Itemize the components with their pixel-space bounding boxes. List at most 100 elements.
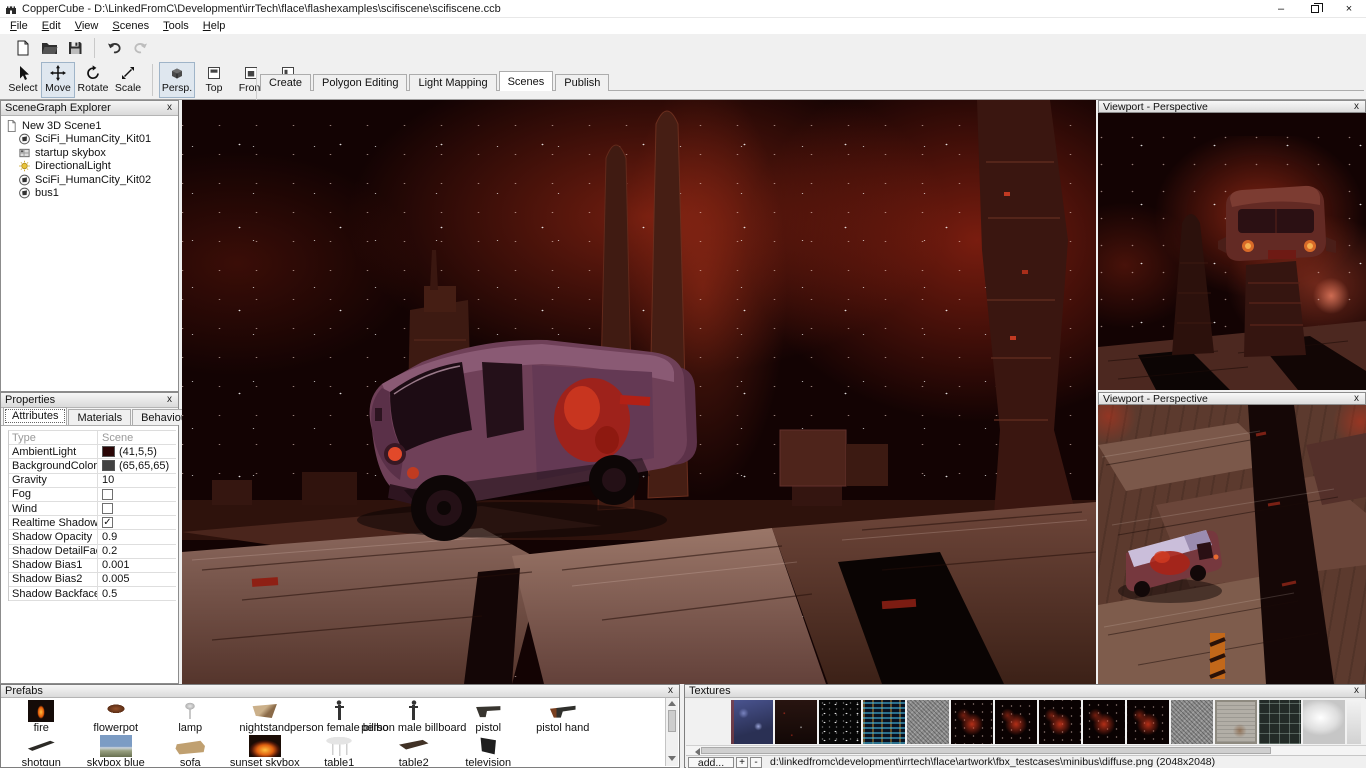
- prop-row-type: Type Scene: [9, 431, 176, 446]
- prop-row-shadow-detailfact: Shadow DetailFact 0.2: [9, 544, 176, 559]
- undo-button[interactable]: [101, 37, 127, 59]
- viewport-bottom-close-button[interactable]: x: [1352, 393, 1361, 404]
- tab-materials[interactable]: Materials: [68, 409, 132, 425]
- menu-edit[interactable]: Edit: [35, 19, 68, 33]
- menu-scenes[interactable]: Scenes: [105, 19, 156, 33]
- pistol-prefab-icon: [476, 706, 501, 718]
- add-texture-button[interactable]: add...: [688, 756, 734, 768]
- prefab-item-television[interactable]: television: [451, 735, 526, 766]
- prefabs-scroll-thumb[interactable]: [668, 710, 676, 732]
- nebula-red-texture-thumb[interactable]: [1039, 700, 1081, 744]
- prop-row-realtime-shadows: Realtime Shadows ✓: [9, 516, 176, 531]
- stars-black-texture-thumb[interactable]: [819, 700, 861, 744]
- minimize-button[interactable]: –: [1264, 0, 1298, 18]
- move-tool-button[interactable]: Move: [41, 62, 75, 98]
- open-file-button[interactable]: [36, 37, 62, 59]
- perspective-view-button[interactable]: Persp.: [159, 62, 195, 98]
- menu-help[interactable]: Help: [196, 19, 233, 33]
- television-prefab-icon: [480, 737, 496, 755]
- city-red-texture-thumb[interactable]: [775, 700, 817, 744]
- select-cursor-icon: [20, 66, 29, 80]
- viewport-bottom-canvas[interactable]: [1098, 405, 1366, 684]
- realtime-shadows-checkbox[interactable]: ✓: [102, 517, 113, 529]
- screens-cyan-texture-thumb[interactable]: [863, 700, 905, 744]
- mesh-node-icon: [19, 187, 30, 199]
- fog-checkbox[interactable]: [102, 488, 113, 500]
- viewport-top-close-button[interactable]: x: [1352, 101, 1361, 112]
- grid-dark-texture-thumb[interactable]: [1259, 700, 1301, 744]
- scroll-down-icon[interactable]: [668, 756, 676, 761]
- tab-publish[interactable]: Publish: [555, 74, 610, 91]
- main-viewport-canvas[interactable]: [182, 100, 1096, 684]
- open-folder-icon: [41, 43, 57, 54]
- select-tool-button[interactable]: Select: [6, 62, 40, 98]
- scale-tool-button[interactable]: Scale: [111, 62, 145, 98]
- restore-button[interactable]: [1298, 0, 1332, 18]
- prefabs-close-button[interactable]: x: [666, 686, 675, 696]
- prefab-item-pistol[interactable]: pistol: [451, 700, 526, 735]
- tab-create[interactable]: Create: [260, 74, 312, 91]
- menu-file[interactable]: File: [3, 19, 35, 33]
- noise-gray-texture-thumb[interactable]: [907, 700, 949, 744]
- tree-item-scene-root[interactable]: New 3D Scene1: [1, 119, 178, 133]
- clouds-white-texture-thumb[interactable]: [1303, 700, 1345, 744]
- background-color-swatch[interactable]: [102, 460, 115, 472]
- redo-button[interactable]: [127, 37, 153, 59]
- noise-gray-texture-thumb[interactable]: [1171, 700, 1213, 744]
- nebula-red-texture-thumb[interactable]: [1083, 700, 1125, 744]
- rotate-tool-button[interactable]: Rotate: [76, 62, 110, 98]
- tree-item-startup-skybox[interactable]: startup skybox: [1, 146, 178, 160]
- minus-texture-button[interactable]: -: [750, 756, 762, 768]
- top-view-button[interactable]: Top: [196, 62, 232, 98]
- prefab-item-lamp[interactable]: lamp: [153, 700, 228, 735]
- prefab-item-sunset-skybox[interactable]: sunset skybox: [228, 735, 303, 766]
- concrete-rust-texture-thumb[interactable]: [1215, 700, 1257, 744]
- mesh-node-icon: [19, 133, 30, 145]
- prefab-item-pistol-hand[interactable]: pistol hand: [526, 700, 601, 735]
- prefab-item-fire[interactable]: fire: [4, 700, 79, 735]
- tab-scenes[interactable]: Scenes: [498, 71, 554, 91]
- tab-light-mapping[interactable]: Light Mapping: [409, 74, 497, 91]
- scroll-left-button[interactable]: [686, 746, 700, 756]
- partial-texture-thumb[interactable]: [1347, 700, 1361, 744]
- plus-texture-button[interactable]: +: [736, 756, 748, 768]
- menu-view[interactable]: View: [68, 19, 106, 33]
- new-file-button[interactable]: [10, 37, 36, 59]
- scenegraph-close-button[interactable]: x: [165, 103, 174, 113]
- prefab-item-skybox-blue[interactable]: skybox blue: [79, 735, 154, 766]
- nebula-red-texture-thumb[interactable]: [995, 700, 1037, 744]
- nebula-red-texture-thumb[interactable]: [951, 700, 993, 744]
- prefab-item-table2[interactable]: table2: [377, 735, 452, 766]
- scroll-up-icon[interactable]: [668, 701, 676, 706]
- tab-attributes[interactable]: Attributes: [3, 407, 68, 425]
- scenegraph-panel: SceneGraph Explorer x New 3D Scene1 SciF…: [0, 100, 179, 392]
- textures-scroll-thumb[interactable]: [701, 747, 1271, 754]
- menu-tools[interactable]: Tools: [156, 19, 196, 33]
- tree-item-scifi-kit02[interactable]: SciFi_HumanCity_Kit02: [1, 173, 178, 187]
- nebula-red-texture-thumb[interactable]: [1127, 700, 1169, 744]
- textures-hscrollbar[interactable]: [686, 745, 1366, 756]
- textures-close-button[interactable]: x: [1352, 686, 1361, 696]
- tree-item-scifi-kit01[interactable]: SciFi_HumanCity_Kit01: [1, 133, 178, 147]
- close-button[interactable]: ×: [1332, 0, 1366, 18]
- machinery-blue-texture-thumb[interactable]: [731, 700, 773, 744]
- shotgun-prefab-icon: [27, 740, 55, 751]
- prop-row-shadow-bias1: Shadow Bias1 0.001: [9, 558, 176, 573]
- prefab-item-table1[interactable]: table1: [302, 735, 377, 766]
- prefab-item-person-male[interactable]: person male billboard: [361, 700, 466, 735]
- viewport-top-canvas[interactable]: [1098, 113, 1366, 390]
- prefab-item-shotgun[interactable]: shotgun: [4, 735, 79, 766]
- wind-checkbox[interactable]: [102, 503, 113, 515]
- prefab-item-flowerpot[interactable]: flowerpot: [79, 700, 154, 735]
- tree-item-directional-light[interactable]: DirectionalLight: [1, 160, 178, 174]
- new-document-icon: [17, 40, 29, 56]
- tree-item-bus1[interactable]: bus1: [1, 187, 178, 201]
- textures-title: Textures: [689, 685, 731, 697]
- save-file-button[interactable]: [62, 37, 88, 59]
- properties-close-button[interactable]: x: [165, 395, 174, 405]
- tab-polygon-editing[interactable]: Polygon Editing: [313, 74, 408, 91]
- prefabs-scrollbar[interactable]: [665, 698, 678, 766]
- sunset-skybox-prefab-icon: [248, 735, 281, 757]
- prefab-item-sofa[interactable]: sofa: [153, 735, 228, 766]
- ambient-color-swatch[interactable]: [102, 446, 115, 458]
